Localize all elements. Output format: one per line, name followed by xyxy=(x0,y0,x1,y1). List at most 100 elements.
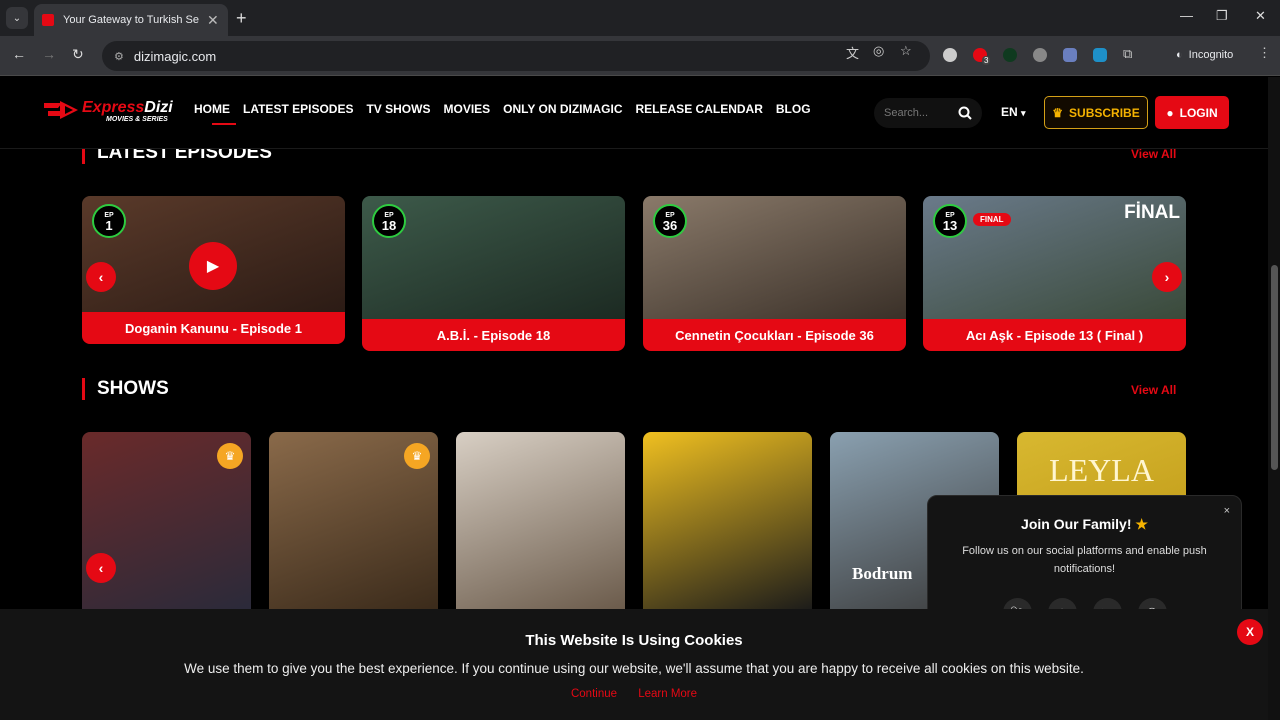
play-icon[interactable]: ▶ xyxy=(189,242,237,290)
episode-number-badge: EP 1 xyxy=(92,204,126,238)
address-bar[interactable]: ⚙ dizimagic.com xyxy=(102,41,930,71)
logo-dizi: Dizi xyxy=(144,99,173,116)
search-input[interactable]: Search... xyxy=(884,107,958,119)
bookmark-star-icon[interactable]: ☆ xyxy=(900,43,912,59)
extension-icon[interactable] xyxy=(1093,48,1107,62)
site-logo[interactable]: ExpressDizi MOVIES & SERIES xyxy=(44,97,174,127)
page-viewport: ExpressDizi MOVIES & SERIES HOME LATEST … xyxy=(0,77,1280,720)
forward-arrow-icon[interactable]: → xyxy=(42,46,56,62)
minimize-button[interactable]: — xyxy=(1180,8,1193,23)
episode-card[interactable]: EP 1 ▶ Doganin Kanunu - Episode 1 xyxy=(82,196,345,344)
extension-icon[interactable] xyxy=(1003,48,1017,62)
star-icon: ★ xyxy=(1135,516,1148,532)
login-button[interactable]: ● LOGIN xyxy=(1155,96,1229,129)
chevron-down-icon: ▾ xyxy=(1021,108,1026,118)
eye-off-icon[interactable]: ◎ xyxy=(873,43,884,59)
extensions-puzzle-icon[interactable]: ⧉ xyxy=(1123,46,1132,62)
logo-tagline: MOVIES & SERIES xyxy=(106,116,168,123)
logo-express: Express xyxy=(82,99,145,116)
popup-body: Follow us on our social platforms and en… xyxy=(962,545,1207,575)
nav-latest-episodes[interactable]: LATEST EPISODES xyxy=(243,102,353,116)
popup-close-icon[interactable]: × xyxy=(1224,505,1230,517)
episode-card[interactable]: EP 36 Cennetin Çocukları - Episode 36 xyxy=(643,196,906,351)
browser-toolbar: ← → ↻ ⚙ dizimagic.com 文 ◎ ☆ 3 ⧉ ◐ Incogn… xyxy=(0,36,1280,76)
logo-play-icon xyxy=(44,101,78,119)
main-nav: HOME LATEST EPISODES TV SHOWS MOVIES ONL… xyxy=(194,102,811,116)
episode-card[interactable]: EP 18 A.B.İ. - Episode 18 xyxy=(362,196,625,351)
browser-tab[interactable]: Your Gateway to Turkish Series ✕ xyxy=(34,4,228,36)
nav-active-underline xyxy=(212,123,236,125)
subscribe-button[interactable]: ♛ SUBSCRIBE xyxy=(1044,96,1148,129)
site-header: ExpressDizi MOVIES & SERIES HOME LATEST … xyxy=(0,77,1268,149)
episode-number-badge: EP 13 xyxy=(933,204,967,238)
shows-heading: SHOWS xyxy=(82,378,169,400)
new-tab-button[interactable]: + xyxy=(236,8,247,29)
nav-blog[interactable]: BLOG xyxy=(776,102,811,116)
incognito-icon: ◐ xyxy=(1176,49,1183,61)
final-overlay-text: FİNAL xyxy=(1124,202,1180,223)
episode-number-badge: EP 36 xyxy=(653,204,687,238)
cookie-close-button[interactable]: X xyxy=(1237,619,1263,645)
nav-tv-shows[interactable]: TV SHOWS xyxy=(366,102,430,116)
premium-crown-icon: ♛ xyxy=(404,443,430,469)
close-window-button[interactable]: ✕ xyxy=(1255,8,1266,24)
cookie-body: We use them to give you the best experie… xyxy=(184,661,1084,676)
search-box[interactable]: Search... xyxy=(874,98,982,128)
show-card[interactable] xyxy=(456,432,625,612)
latest-view-all-link[interactable]: View All xyxy=(1131,147,1176,161)
login-label: LOGIN xyxy=(1179,105,1218,120)
episode-title: Cennetin Çocukları - Episode 36 xyxy=(643,319,906,351)
show-card[interactable]: ♛ xyxy=(269,432,438,612)
browser-tabstrip: ⌄ Your Gateway to Turkish Series ✕ + — ❐… xyxy=(0,0,1280,36)
episode-number-badge: EP 18 xyxy=(372,204,406,238)
show-caption: Bodrum xyxy=(852,564,913,583)
final-badge: FINAL xyxy=(973,213,1011,226)
episode-title: Doganin Kanunu - Episode 1 xyxy=(82,312,345,344)
page-scrollbar[interactable] xyxy=(1268,77,1280,720)
episode-title: Acı Aşk - Episode 13 ( Final ) xyxy=(923,319,1186,351)
tab-close-icon[interactable]: ✕ xyxy=(207,12,219,29)
cookie-title: This Website Is Using Cookies xyxy=(525,632,743,649)
episode-title: A.B.İ. - Episode 18 xyxy=(362,319,625,351)
shows-prev-arrow-icon[interactable]: ‹ xyxy=(86,553,116,583)
url-text: dizimagic.com xyxy=(133,48,217,64)
cookie-banner: This Website Is Using Cookies We use the… xyxy=(0,609,1268,720)
search-icon[interactable] xyxy=(958,106,972,120)
extension-icon[interactable] xyxy=(1033,48,1047,62)
nav-only-on-dizimagic[interactable]: ONLY ON DIZIMAGIC xyxy=(503,102,622,116)
premium-crown-icon: ♛ xyxy=(217,443,243,469)
cookie-continue-link[interactable]: Continue xyxy=(571,688,617,700)
extension-badge: 3 xyxy=(982,56,991,65)
scrollbar-thumb[interactable] xyxy=(1271,265,1278,470)
crown-icon: ♛ xyxy=(1052,105,1064,120)
nav-home[interactable]: HOME xyxy=(194,102,230,116)
maximize-button[interactable]: ❐ xyxy=(1216,8,1228,24)
site-favicon-icon xyxy=(42,14,54,26)
incognito-label: Incognito xyxy=(1188,49,1234,61)
show-card[interactable] xyxy=(643,432,812,612)
subscribe-label: SUBSCRIBE xyxy=(1069,105,1140,120)
extension-icon[interactable] xyxy=(943,48,957,62)
latest-prev-arrow-icon[interactable]: ‹ xyxy=(86,262,116,292)
reload-icon[interactable]: ↻ xyxy=(72,46,84,63)
back-arrow-icon[interactable]: ← xyxy=(12,46,26,62)
episode-card[interactable]: EP 13 FINAL FİNAL Acı Aşk - Episode 13 ( … xyxy=(923,196,1186,351)
tab-search-button[interactable]: ⌄ xyxy=(6,7,28,29)
tab-title: Your Gateway to Turkish Series xyxy=(63,14,199,26)
popup-title: Join Our Family! xyxy=(1021,516,1132,532)
nav-movies[interactable]: MOVIES xyxy=(443,102,490,116)
browser-menu-icon[interactable]: ⋮ xyxy=(1258,45,1271,61)
cookie-learn-more-link[interactable]: Learn More xyxy=(638,688,697,700)
incognito-indicator[interactable]: ◐ Incognito xyxy=(1166,42,1243,68)
show-card[interactable]: ♛ xyxy=(82,432,251,612)
extension-icon[interactable] xyxy=(1063,48,1077,62)
language-label: EN xyxy=(1001,105,1018,119)
translate-icon[interactable]: 文 xyxy=(846,43,859,62)
user-icon: ● xyxy=(1166,105,1174,120)
site-info-icon[interactable]: ⚙ xyxy=(114,50,124,63)
show-caption: LEYLA xyxy=(1049,452,1154,488)
shows-view-all-link[interactable]: View All xyxy=(1131,383,1176,397)
language-selector[interactable]: EN ▾ xyxy=(1001,105,1026,119)
latest-next-arrow-icon[interactable]: › xyxy=(1152,262,1182,292)
nav-release-calendar[interactable]: RELEASE CALENDAR xyxy=(636,102,763,116)
